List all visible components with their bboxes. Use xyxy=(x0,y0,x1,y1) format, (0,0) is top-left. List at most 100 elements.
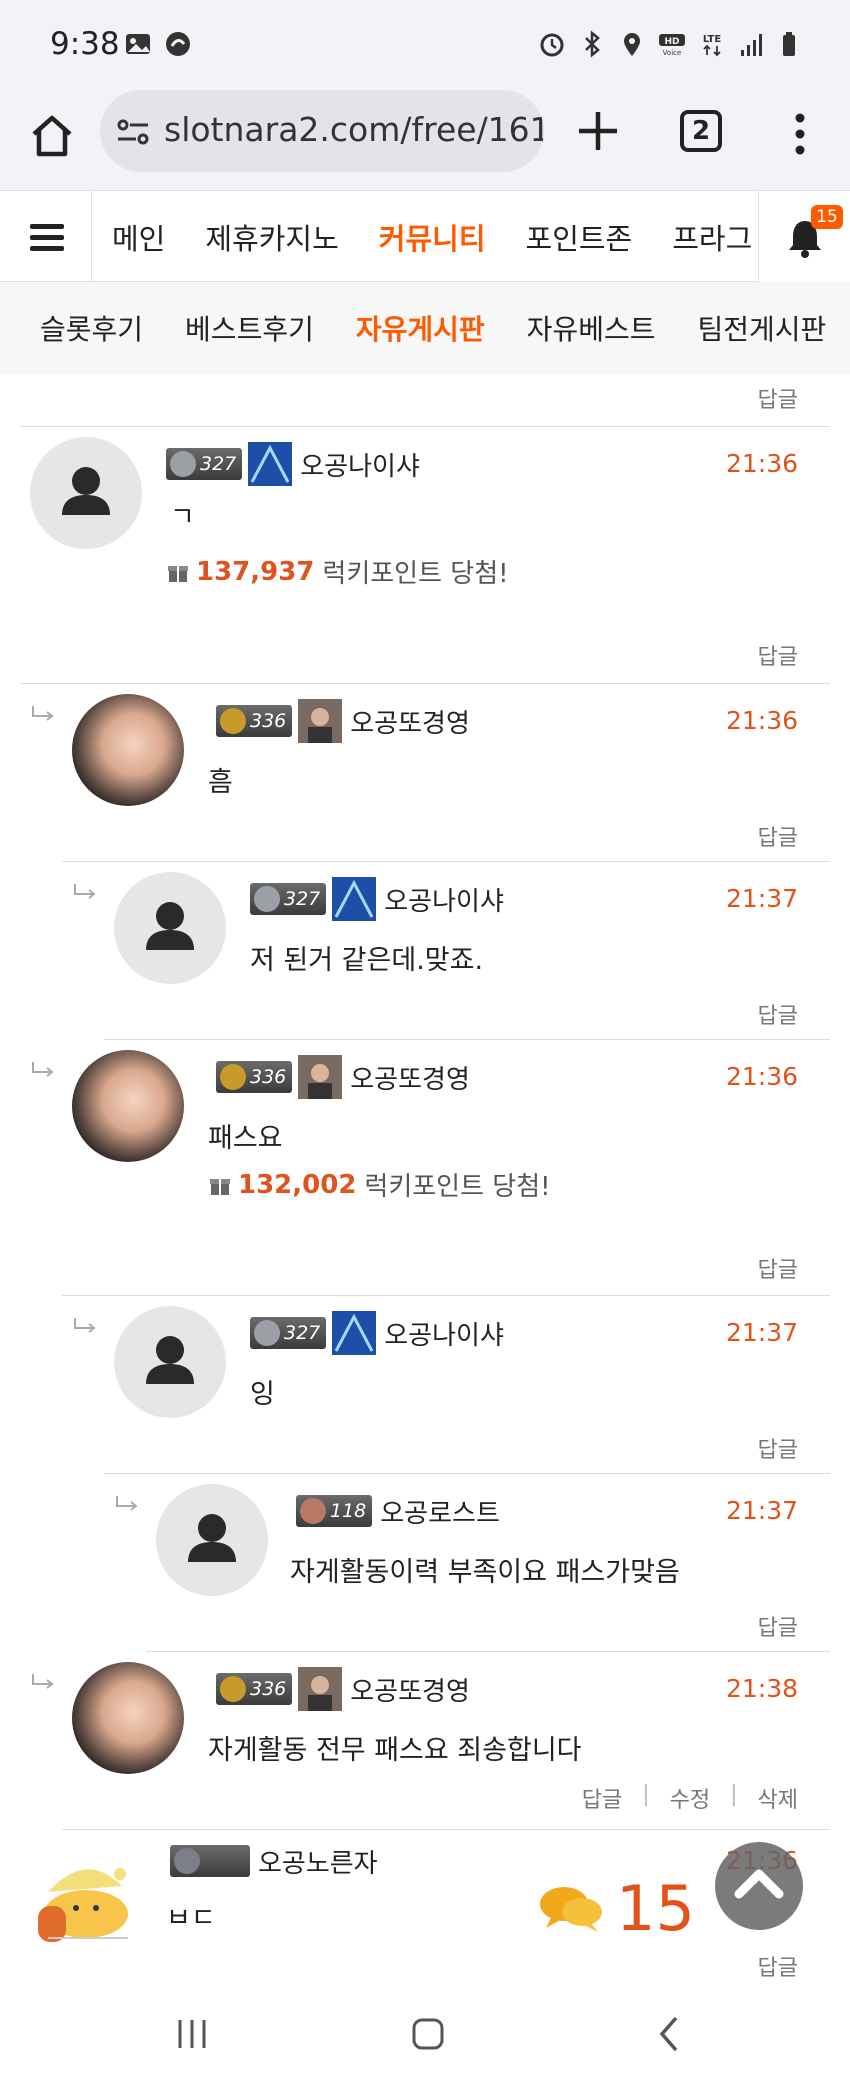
edit-button[interactable]: 수정 xyxy=(670,1782,710,1814)
scroll-to-top-button[interactable] xyxy=(715,1842,803,1930)
home-button-icon[interactable] xyxy=(406,2012,450,2056)
sub-nav-slot-reviews[interactable]: 슬롯후기 xyxy=(0,308,164,348)
chick-avatar-icon xyxy=(28,1842,140,1954)
alarm-icon xyxy=(540,33,564,57)
nav-item-prag[interactable]: 프라그 xyxy=(652,216,772,258)
default-avatar-icon xyxy=(156,1484,268,1596)
svg-text:HD: HD xyxy=(664,37,679,47)
new-tab-icon[interactable] xyxy=(575,108,621,154)
reply-button[interactable]: 답글 xyxy=(758,1610,798,1642)
reply-button[interactable]: 답글 xyxy=(582,1782,622,1814)
community-sub-nav: 슬롯후기 베스트후기 자유게시판 자유베스트 팀전게시판 xyxy=(0,282,850,374)
comment-time: 21:37 xyxy=(725,1496,798,1525)
user-avatar xyxy=(72,1662,184,1774)
sub-nav-free-best[interactable]: 자유베스트 xyxy=(506,308,677,348)
nav-item-community[interactable]: 커뮤니티 xyxy=(359,216,506,258)
lucky-point-label: 럭키포인트 당첨! xyxy=(322,559,509,589)
reply-arrow-icon xyxy=(74,1318,96,1333)
lucky-point-notice: 137,937 럭키포인트 당첨! xyxy=(166,553,509,590)
comment-username[interactable]: 오공또경영 xyxy=(350,1059,470,1096)
comment-username[interactable]: 오공노른자 xyxy=(258,1843,378,1880)
address-bar[interactable]: slotnara2.com/free/1618 xyxy=(100,90,544,172)
comment-time: 21:36 xyxy=(725,1062,798,1091)
signal-icon xyxy=(741,34,762,56)
comment-username[interactable]: 오공나이샤 xyxy=(384,881,504,918)
level-badge: 336 xyxy=(216,705,293,737)
user-avatar xyxy=(72,1050,184,1162)
site-settings-icon[interactable] xyxy=(116,118,150,146)
nav-item-main[interactable]: 메인 xyxy=(92,216,185,258)
reply-button[interactable]: 답글 xyxy=(758,1950,798,1982)
comment-text: 저 된거 같은데.맞죠. xyxy=(250,945,484,976)
comment-count-button[interactable]: 15 xyxy=(538,1872,695,1945)
bluetooth-icon xyxy=(585,30,600,58)
divider: | xyxy=(642,1782,650,1807)
reply-arrow-icon xyxy=(32,1062,54,1077)
browser-toolbar: slotnara2.com/free/1618 2 xyxy=(0,90,850,190)
delete-button[interactable]: 삭제 xyxy=(758,1782,798,1814)
level-badge xyxy=(170,1845,250,1877)
reply-button[interactable]: 답글 xyxy=(758,998,798,1030)
reply-button[interactable]: 답글 xyxy=(758,1432,798,1464)
default-avatar-icon xyxy=(114,1306,226,1418)
svg-text:LTE: LTE xyxy=(703,34,722,45)
comment-list: 답글 327 오공나이샤 21:36 ㄱ 137,937 럭키포인트 당첨! 답… xyxy=(0,374,850,1994)
lte-icon: LTE xyxy=(703,34,722,57)
hd-voice-icon: HD Voice xyxy=(659,34,685,57)
recent-apps-icon[interactable] xyxy=(170,2012,214,2056)
comment-item: 327 오공나이샤 21:37 저 된거 같은데.맞죠. 답글 xyxy=(74,862,830,1040)
nav-item-point-zone[interactable]: 포인트존 xyxy=(506,216,653,258)
comment-item: 327 오공나이샤 21:37 잉 답글 xyxy=(74,1296,830,1474)
level-badge: 336 xyxy=(216,1061,293,1093)
home-icon[interactable] xyxy=(26,110,78,162)
comment-time: 21:37 xyxy=(725,884,798,913)
default-avatar-icon xyxy=(114,872,226,984)
comment-username[interactable]: 오공또경영 xyxy=(350,703,470,740)
level-badge: 327 xyxy=(250,883,327,915)
notification-badge: 15 xyxy=(811,205,843,229)
reply-arrow-icon xyxy=(32,706,54,721)
comment-text: 잉 xyxy=(250,1379,275,1410)
comment-username[interactable]: 오공또경영 xyxy=(350,1671,470,1708)
comment-text: ㄱ xyxy=(170,502,195,533)
lucky-point-amount: 137,937 xyxy=(196,556,315,587)
nav-item-partner-casino[interactable]: 제휴카지노 xyxy=(185,216,358,258)
reply-arrow-icon xyxy=(74,884,96,899)
comment-username[interactable]: 오공나이샤 xyxy=(384,1315,504,1352)
level-badge: 327 xyxy=(250,1317,327,1349)
system-navigation-bar xyxy=(0,1994,850,2078)
battery-icon xyxy=(783,32,795,56)
location-icon xyxy=(624,33,640,56)
user-icon-image xyxy=(248,442,293,486)
hamburger-menu-icon[interactable] xyxy=(0,191,92,283)
lucky-point-amount: 132,002 xyxy=(238,1169,357,1200)
comment-username[interactable]: 오공로스트 xyxy=(380,1493,500,1530)
back-icon[interactable] xyxy=(648,2012,692,2056)
svg-text:Voice: Voice xyxy=(663,49,682,57)
comment-username[interactable]: 오공나이샤 xyxy=(300,446,420,483)
comment-item: 336 오공또경영 21:36 패스요 132,002 럭키포인트 당첨! 답글 xyxy=(32,1040,830,1296)
status-time: 9:38 xyxy=(50,26,120,62)
comment-count: 15 xyxy=(616,1872,695,1945)
reply-arrow-icon xyxy=(116,1496,138,1511)
tab-switcher-button[interactable]: 2 xyxy=(680,110,722,152)
sub-nav-free-board[interactable]: 자유게시판 xyxy=(335,308,506,348)
reply-button[interactable]: 답글 xyxy=(758,382,798,414)
comment-item: 오공노른자 21:36 ㅂㄷ 답글 xyxy=(20,1830,830,1994)
notification-button[interactable]: 15 xyxy=(758,191,850,283)
user-icon-image xyxy=(332,877,377,921)
reply-button[interactable]: 답글 xyxy=(758,820,798,852)
comment-text: 흠 xyxy=(208,767,233,798)
status-bar: 9:38 HD Voice LTE xyxy=(0,0,850,90)
comment-text: ㅂㄷ xyxy=(166,1903,216,1934)
sub-nav-best-reviews[interactable]: 베스트후기 xyxy=(164,308,335,348)
reply-button[interactable]: 답글 xyxy=(758,639,798,671)
comment-time: 21:37 xyxy=(725,1318,798,1347)
chevron-up-icon xyxy=(734,1869,784,1899)
more-options-icon[interactable] xyxy=(790,110,810,158)
comment-time: 21:36 xyxy=(725,706,798,735)
sub-nav-team-board[interactable]: 팀전게시판 xyxy=(676,308,847,348)
reply-button[interactable]: 답글 xyxy=(758,1252,798,1284)
user-icon-image xyxy=(298,1667,343,1711)
url-text: slotnara2.com/free/1618 xyxy=(164,110,544,149)
